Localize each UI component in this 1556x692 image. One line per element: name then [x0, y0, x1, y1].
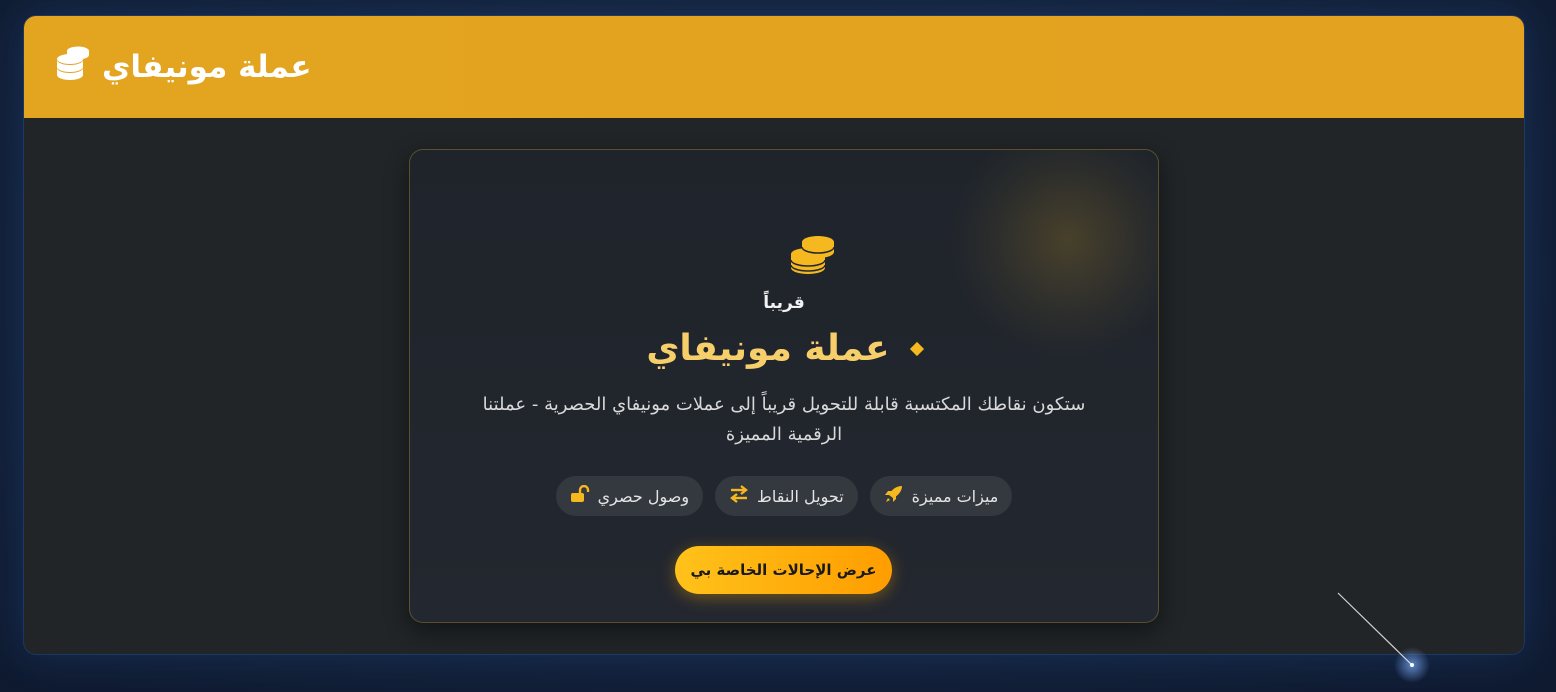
coins-icon	[54, 46, 92, 88]
panel-header: عملة مونيفاي	[24, 16, 1524, 118]
feature-label: تحويل النقاط	[757, 486, 844, 506]
unlock-icon	[570, 484, 590, 507]
main-panel: عملة مونيفاي قريباً عملة مونيفاي ستكون ن…	[24, 16, 1524, 654]
coming-soon-label: قريباً	[763, 293, 805, 313]
shooting-star-decoration	[1330, 585, 1440, 689]
coming-soon-card: قريباً عملة مونيفاي ستكون نقاطك المكتسبة…	[409, 149, 1159, 623]
feature-pill-premium-features: ميزات مميزة	[869, 476, 1013, 516]
rocket-icon	[884, 485, 904, 507]
feature-label: وصول حصري	[597, 486, 690, 506]
card-title-row: عملة مونيفاي	[410, 328, 1158, 369]
view-referrals-button[interactable]: عرض الإحالات الخاصة بي	[675, 546, 892, 594]
feature-pill-exclusive-access: وصول حصري	[555, 476, 704, 516]
feature-pills: وصول حصري تحويل النقاط ميزات مميزة	[410, 476, 1158, 516]
card-title: عملة مونيفاي	[646, 328, 890, 369]
page-title: عملة مونيفاي	[102, 49, 312, 85]
feature-pill-points-conversion: تحويل النقاط	[715, 476, 858, 516]
moon-icon	[728, 184, 788, 238]
diamond-icon	[909, 341, 924, 356]
coins-icon	[788, 232, 838, 282]
card-description: ستكون نقاطك المكتسبة قابلة للتحويل قريبا…	[482, 394, 1086, 445]
feature-label: ميزات مميزة	[911, 486, 999, 506]
exchange-arrows-icon	[729, 485, 749, 507]
